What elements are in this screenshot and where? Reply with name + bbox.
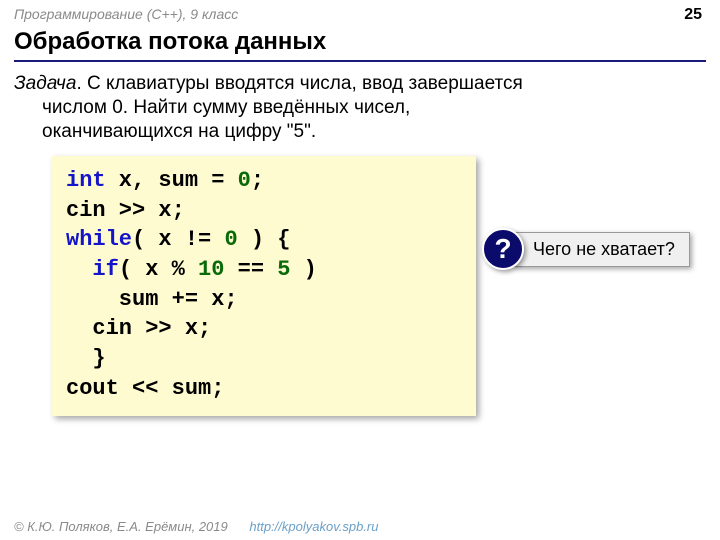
- footer: © К.Ю. Поляков, Е.А. Ерёмин, 2019 http:/…: [14, 519, 378, 534]
- code-l4-open: ( x %: [119, 257, 198, 282]
- course-header: Программирование (C++), 9 класс: [14, 6, 238, 22]
- slide-title: Обработка потока данных: [14, 28, 706, 56]
- code-l4-indent: [66, 257, 92, 282]
- code-l1-rest: x, sum =: [106, 168, 238, 193]
- code-l4-eq: ==: [224, 257, 277, 282]
- callout-text: Чего не хватает?: [514, 232, 690, 267]
- code-l7: }: [66, 346, 106, 371]
- code-l1-zero: 0: [238, 168, 251, 193]
- code-l3-zero: 0: [224, 227, 237, 252]
- code-l4-ten: 10: [198, 257, 224, 282]
- task-line2: числом 0. Найти сумму введённых чисел,: [14, 96, 706, 120]
- task-line1: . С клавиатуры вводятся числа, ввод заве…: [76, 73, 522, 94]
- code-l2: cin >> x;: [66, 198, 185, 223]
- code-l5: sum += x;: [66, 287, 238, 312]
- task-line3: оканчивающихся на цифру "5".: [14, 120, 706, 144]
- code-l3-kw: while: [66, 227, 132, 252]
- code-l6: cin >> x;: [66, 316, 211, 341]
- footer-url: http://kpolyakov.spb.ru: [249, 519, 378, 534]
- code-l3-close: ) {: [238, 227, 291, 252]
- code-l1-kw: int: [66, 168, 106, 193]
- task-text: Задача. С клавиатуры вводятся числа, вво…: [14, 72, 706, 143]
- code-l4-five: 5: [277, 257, 290, 282]
- code-block: int x, sum = 0; cin >> x; while( x != 0 …: [52, 156, 476, 416]
- code-l4-kw: if: [92, 257, 118, 282]
- footer-copyright: © К.Ю. Поляков, Е.А. Ерёмин, 2019: [14, 519, 228, 534]
- title-bar: Обработка потока данных: [14, 28, 706, 62]
- code-l1-semi: ;: [251, 168, 264, 193]
- code-l4-close: ): [290, 257, 316, 282]
- question-mark-icon: ?: [482, 228, 524, 270]
- page-number: 25: [684, 6, 702, 24]
- code-l3-open: ( x !=: [132, 227, 224, 252]
- code-l8: cout << sum;: [66, 376, 224, 401]
- callout: ? Чего не хватает?: [482, 228, 690, 270]
- task-label: Задача: [14, 73, 76, 94]
